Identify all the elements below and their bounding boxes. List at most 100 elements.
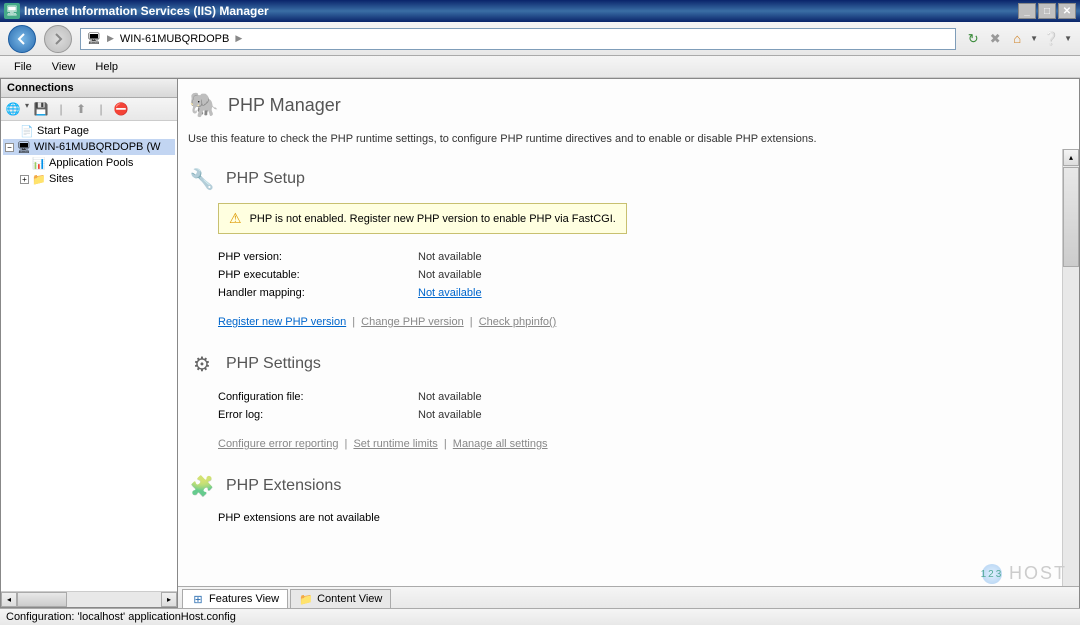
- scroll-thumb[interactable]: [17, 592, 67, 607]
- section-php-settings: ⚙ PHP Settings Configuration file: Not a…: [188, 350, 1059, 450]
- tab-label: Content View: [317, 593, 382, 605]
- home-button[interactable]: ⌂: [1008, 30, 1026, 48]
- chevron-right-icon: ▶: [235, 33, 242, 44]
- warning-text: PHP is not enabled. Register new PHP ver…: [250, 213, 616, 225]
- scroll-up-icon[interactable]: ▴: [1063, 149, 1079, 166]
- scroll-left-icon[interactable]: ◂: [1, 592, 17, 607]
- close-button[interactable]: ✕: [1058, 3, 1076, 19]
- tree-server[interactable]: − 🖥 WIN-61MUBQRDOPB (W: [3, 139, 175, 155]
- content-icon: 📁: [299, 592, 313, 606]
- scroll-thumb[interactable]: [1063, 167, 1079, 267]
- dropdown-icon[interactable]: ▼: [1064, 34, 1072, 43]
- extensions-icon: 🧩: [188, 472, 216, 500]
- menubar: File View Help: [0, 56, 1080, 78]
- config-file-label: Configuration file:: [218, 391, 418, 403]
- page-title: PHP Manager: [228, 95, 341, 116]
- dropdown-icon[interactable]: ▼: [1030, 34, 1038, 43]
- link-register-php[interactable]: Register new PHP version: [218, 316, 346, 328]
- settings-icon: ⚙: [188, 350, 216, 378]
- tab-content-view[interactable]: 📁 Content View: [290, 589, 391, 608]
- config-file-value: Not available: [418, 391, 482, 403]
- connections-header: Connections: [1, 79, 177, 98]
- up-icon[interactable]: ⬆: [73, 101, 89, 117]
- help-icon[interactable]: ⛔: [113, 101, 129, 117]
- scroll-right-icon[interactable]: ▸: [161, 592, 177, 607]
- php-exe-label: PHP executable:: [218, 269, 418, 281]
- php-version-label: PHP version:: [218, 251, 418, 263]
- iis-icon: 🖥: [4, 3, 20, 19]
- connections-panel: Connections 🌐 ▾ 💾 | ⬆ | ⛔ 📄 Start Page −…: [0, 78, 178, 608]
- sites-icon: 📁: [32, 172, 46, 186]
- menu-view[interactable]: View: [42, 58, 86, 76]
- nav-back-button[interactable]: [8, 25, 36, 53]
- breadcrumb[interactable]: 🖥 ▶ WIN-61MUBQRDOPB ▶: [80, 28, 956, 50]
- warning-icon: ⚠: [229, 210, 242, 227]
- connections-toolbar: 🌐 ▾ 💾 | ⬆ | ⛔: [1, 98, 177, 121]
- refresh-button[interactable]: ↻: [964, 30, 982, 48]
- menu-file[interactable]: File: [4, 58, 42, 76]
- link-manage-all: Manage all settings: [453, 438, 548, 450]
- link-runtime-limits: Set runtime limits: [353, 438, 437, 450]
- setup-icon: 🔧: [188, 165, 216, 193]
- link-change-php: Change PHP version: [361, 316, 464, 328]
- errorlog-label: Error log:: [218, 409, 418, 421]
- minimize-button[interactable]: _: [1018, 3, 1036, 19]
- view-tabs: ⊞ Features View 📁 Content View: [178, 586, 1079, 608]
- help-button[interactable]: ❔: [1042, 30, 1060, 48]
- chevron-right-icon: ▶: [107, 33, 114, 44]
- connections-tree: 📄 Start Page − 🖥 WIN-61MUBQRDOPB (W 📊 Ap…: [1, 121, 177, 591]
- php-manager-icon: 🐘: [188, 89, 220, 121]
- features-icon: ⊞: [191, 592, 205, 606]
- errorlog-value: Not available: [418, 409, 482, 421]
- handler-label: Handler mapping:: [218, 287, 418, 299]
- save-icon[interactable]: 💾: [33, 101, 49, 117]
- link-error-reporting: Configure error reporting: [218, 438, 338, 450]
- tree-start-page[interactable]: 📄 Start Page: [3, 123, 175, 139]
- warning-box: ⚠ PHP is not enabled. Register new PHP v…: [218, 203, 627, 234]
- refresh-icon[interactable]: |: [93, 101, 109, 117]
- start-page-icon: 📄: [20, 124, 34, 138]
- settings-actions: Configure error reporting | Set runtime …: [218, 438, 1059, 450]
- main-content: 🐘 PHP Manager Use this feature to check …: [178, 78, 1080, 608]
- section-php-extensions: 🧩 PHP Extensions PHP extensions are not …: [188, 472, 1059, 526]
- status-text: Configuration: 'localhost' applicationHo…: [6, 611, 236, 623]
- tree-label: Sites: [49, 173, 73, 185]
- watermark: 123 HOST: [982, 563, 1067, 584]
- page-intro: Use this feature to check the PHP runtim…: [188, 133, 1059, 145]
- watermark-text: HOST: [1009, 563, 1067, 583]
- handler-link[interactable]: Not available: [418, 287, 482, 299]
- menu-help[interactable]: Help: [85, 58, 128, 76]
- statusbar: Configuration: 'localhost' applicationHo…: [0, 608, 1080, 625]
- server-icon: 🖥: [87, 32, 101, 46]
- tab-label: Features View: [209, 593, 279, 605]
- section-title: PHP Extensions: [226, 477, 341, 495]
- setup-actions: Register new PHP version | Change PHP ve…: [218, 316, 1059, 328]
- php-exe-value: Not available: [418, 269, 482, 281]
- window-title: Internet Information Services (IIS) Mana…: [24, 4, 269, 18]
- maximize-button[interactable]: □: [1038, 3, 1056, 19]
- tree-label: Start Page: [37, 125, 89, 137]
- section-title: PHP Setup: [226, 170, 305, 188]
- nav-forward-button[interactable]: [44, 25, 72, 53]
- tree-hscrollbar[interactable]: ◂ ▸: [1, 591, 177, 607]
- delete-icon[interactable]: |: [53, 101, 69, 117]
- tree-apppools[interactable]: 📊 Application Pools: [3, 155, 175, 171]
- watermark-logo-icon: 123: [982, 564, 1002, 584]
- tree-collapse-icon[interactable]: −: [5, 143, 14, 152]
- apppools-icon: 📊: [32, 156, 46, 170]
- php-version-value: Not available: [418, 251, 482, 263]
- connect-icon[interactable]: 🌐: [5, 101, 21, 117]
- nav-bar: 🖥 ▶ WIN-61MUBQRDOPB ▶ ↻ ✖ ⌂ ▼ ❔ ▼: [0, 22, 1080, 56]
- tree-label: Application Pools: [49, 157, 133, 169]
- section-title: PHP Settings: [226, 355, 321, 373]
- tab-features-view[interactable]: ⊞ Features View: [182, 589, 288, 608]
- vscrollbar[interactable]: ▴: [1062, 149, 1079, 586]
- titlebar: 🖥 Internet Information Services (IIS) Ma…: [0, 0, 1080, 22]
- tree-label: WIN-61MUBQRDOPB (W: [34, 141, 161, 153]
- tree-sites[interactable]: + 📁 Sites: [3, 171, 175, 187]
- tree-expand-icon[interactable]: +: [20, 175, 29, 184]
- server-icon: 🖥: [17, 140, 31, 154]
- breadcrumb-node: WIN-61MUBQRDOPB: [120, 33, 229, 45]
- stop-button[interactable]: ✖: [986, 30, 1004, 48]
- section-php-setup: 🔧 PHP Setup ⚠ PHP is not enabled. Regist…: [188, 165, 1059, 328]
